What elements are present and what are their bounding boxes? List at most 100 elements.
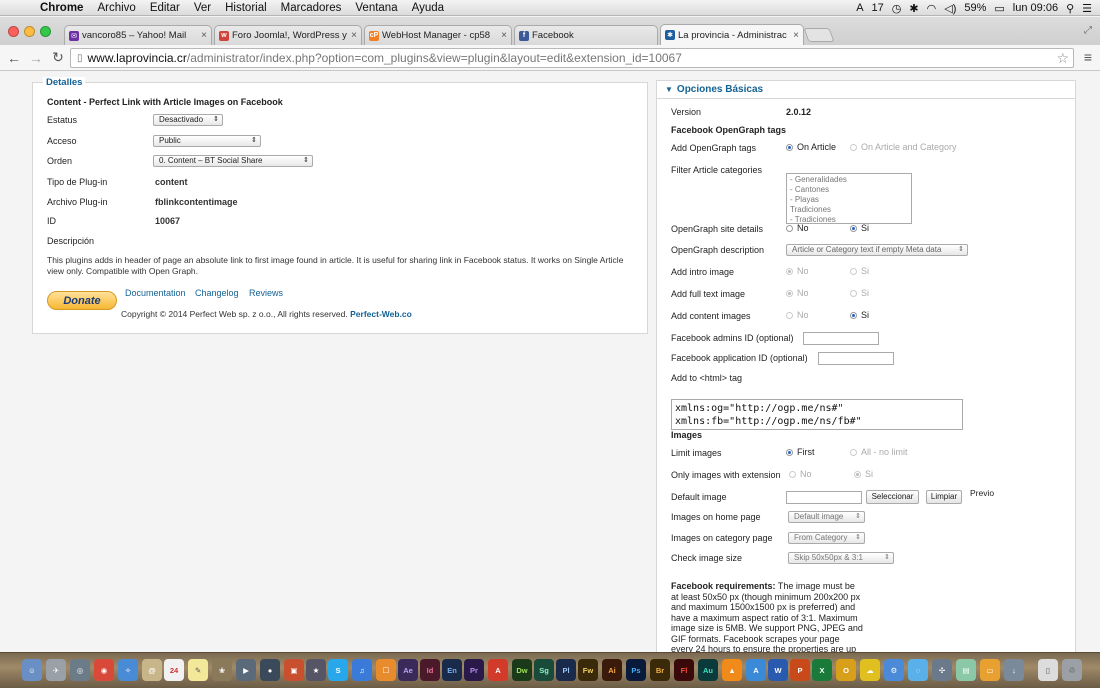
- battery-icon[interactable]: ▭: [994, 2, 1004, 15]
- menu-ayuda[interactable]: Ayuda: [412, 2, 444, 14]
- close-tab-icon[interactable]: ×: [351, 30, 357, 41]
- contacts-icon[interactable]: @: [142, 659, 162, 681]
- radio-ext-no[interactable]: No: [789, 469, 812, 479]
- select-image-button[interactable]: Seleccionar: [866, 490, 919, 504]
- prelude-icon[interactable]: Pl: [556, 659, 576, 681]
- tab-foro-joomla[interactable]: w Foro Joomla!, WordPress y ×: [214, 25, 362, 45]
- folder-icon[interactable]: ▭: [980, 659, 1000, 681]
- notes-icon[interactable]: ✎: [188, 659, 208, 681]
- radio-intro-no[interactable]: No: [786, 266, 809, 276]
- acceso-select[interactable]: Public ⇕: [153, 135, 261, 147]
- radio-full-si[interactable]: Si: [850, 288, 869, 298]
- menu-editar[interactable]: Editar: [150, 2, 180, 14]
- tab-yahoo-mail[interactable]: ✉ vancoro85 – Yahoo! Mail ×: [64, 25, 212, 45]
- list-item[interactable]: - Cantones: [790, 185, 908, 195]
- premiere-icon[interactable]: Pr: [464, 659, 484, 681]
- battery-percent[interactable]: 59%: [964, 2, 986, 14]
- documentation-link[interactable]: Documentation: [125, 288, 186, 298]
- home-images-select[interactable]: Default image ⇕: [788, 511, 865, 523]
- adobe-icon[interactable]: A: [856, 2, 863, 14]
- tab-facebook[interactable]: f Facebook: [514, 25, 658, 45]
- ibooks-icon[interactable]: ☐: [376, 659, 396, 681]
- minimize-window-icon[interactable]: [24, 26, 35, 37]
- radio-full-no[interactable]: No: [786, 288, 809, 298]
- launchpad-icon[interactable]: ✈: [46, 659, 66, 681]
- illustrator-icon[interactable]: Ai: [602, 659, 622, 681]
- excel-icon[interactable]: X: [812, 659, 832, 681]
- encore-icon[interactable]: En: [442, 659, 462, 681]
- menu-ventana[interactable]: Ventana: [355, 2, 397, 14]
- tab-webhost-manager[interactable]: cP WebHost Manager - cp58 ×: [364, 25, 512, 45]
- utility-icon[interactable]: ◌: [908, 659, 928, 681]
- network-icon[interactable]: ⚙: [884, 659, 904, 681]
- powerpoint-icon[interactable]: P: [790, 659, 810, 681]
- indesign-icon[interactable]: Id: [420, 659, 440, 681]
- imovie-icon[interactable]: ★: [306, 659, 326, 681]
- perfect-web-link[interactable]: Perfect-Web.co: [350, 309, 412, 319]
- dreamweaver-icon[interactable]: Dw: [512, 659, 532, 681]
- og-description-select[interactable]: Article or Category text if empty Meta d…: [786, 244, 968, 256]
- audition-icon[interactable]: Au: [698, 659, 718, 681]
- orden-select[interactable]: 0. Content – BT Social Share ⇕: [153, 155, 313, 167]
- clock-icon[interactable]: ◷: [892, 2, 902, 15]
- estatus-select[interactable]: Desactivado ⇕: [153, 114, 223, 126]
- menu-marcadores[interactable]: Marcadores: [281, 2, 342, 14]
- address-bar[interactable]: ▯ www.laprovincia.cr/administrator/index…: [70, 48, 1074, 68]
- list-item[interactable]: - Generalidades: [790, 175, 908, 185]
- notification-count[interactable]: 17: [872, 2, 884, 14]
- vlc-icon[interactable]: ▲: [722, 659, 742, 681]
- notification-center-icon[interactable]: ☰: [1082, 2, 1092, 15]
- photobooth-icon[interactable]: ▣: [284, 659, 304, 681]
- close-tab-icon[interactable]: ×: [793, 30, 799, 41]
- calendar-icon[interactable]: 24: [164, 659, 184, 681]
- radio-on-article-category[interactable]: On Article and Category: [850, 142, 957, 152]
- preferences-icon[interactable]: ✣: [932, 659, 952, 681]
- acrobat-icon[interactable]: A: [488, 659, 508, 681]
- clear-image-button[interactable]: Limpiar: [926, 490, 962, 504]
- radio-intro-si[interactable]: Si: [850, 266, 869, 276]
- default-image-input[interactable]: [786, 491, 862, 504]
- skype-icon[interactable]: S: [328, 659, 348, 681]
- donate-button[interactable]: Donate: [47, 291, 117, 310]
- camera-icon[interactable]: ●: [260, 659, 280, 681]
- radio-ext-si[interactable]: Si: [854, 469, 873, 479]
- image-size-select[interactable]: Skip 50x50px & 3:1 ⇕: [788, 552, 894, 564]
- itunes-icon[interactable]: ♫: [352, 659, 372, 681]
- menu-clock[interactable]: lun 09:06: [1013, 2, 1058, 14]
- safari-icon[interactable]: ✧: [118, 659, 138, 681]
- radio-content-si[interactable]: Si: [850, 310, 869, 320]
- radio-on-article[interactable]: On Article: [786, 142, 836, 152]
- fullscreen-icon[interactable]: ⤢: [1084, 25, 1092, 36]
- admins-id-input[interactable]: [803, 332, 879, 345]
- bridge-icon[interactable]: Br: [650, 659, 670, 681]
- appstore-icon[interactable]: A: [746, 659, 766, 681]
- menu-historial[interactable]: Historial: [225, 2, 267, 14]
- finder-icon[interactable]: ☺: [22, 659, 42, 681]
- close-tab-icon[interactable]: ×: [501, 30, 507, 41]
- changelog-link[interactable]: Changelog: [195, 288, 239, 298]
- fireworks-icon[interactable]: Fw: [578, 659, 598, 681]
- reviews-link[interactable]: Reviews: [249, 288, 283, 298]
- options-header[interactable]: ▼ Opciones Básicas: [657, 81, 1075, 99]
- downloads-icon[interactable]: ↓: [1004, 659, 1024, 681]
- radio-content-no[interactable]: No: [786, 310, 809, 320]
- list-item[interactable]: Tradiciones: [790, 205, 908, 215]
- tab-la-provincia[interactable]: ✱ La provincia - Administrac ×: [660, 24, 804, 45]
- close-window-icon[interactable]: [8, 26, 19, 37]
- documents-icon[interactable]: ▯: [1038, 659, 1058, 681]
- photo-icon[interactable]: ❀: [212, 659, 232, 681]
- radio-site-si[interactable]: Si: [850, 223, 869, 233]
- bluetooth-icon[interactable]: ✱: [909, 2, 918, 15]
- menu-archivo[interactable]: Archivo: [97, 2, 135, 14]
- aftereffects-icon[interactable]: Ae: [398, 659, 418, 681]
- new-tab-button[interactable]: [803, 28, 835, 42]
- reload-icon[interactable]: ↻: [50, 49, 66, 66]
- radio-limit-first[interactable]: First: [786, 447, 815, 457]
- trash-icon[interactable]: ♲: [1062, 659, 1082, 681]
- radio-limit-all[interactable]: All - no limit: [850, 447, 908, 457]
- zoom-window-icon[interactable]: [40, 26, 51, 37]
- mission-control-icon[interactable]: ◎: [70, 659, 90, 681]
- chrome-menu-icon[interactable]: ≡: [1084, 49, 1092, 65]
- filezilla-icon[interactable]: ☁: [860, 659, 880, 681]
- list-item[interactable]: - Playas: [790, 195, 908, 205]
